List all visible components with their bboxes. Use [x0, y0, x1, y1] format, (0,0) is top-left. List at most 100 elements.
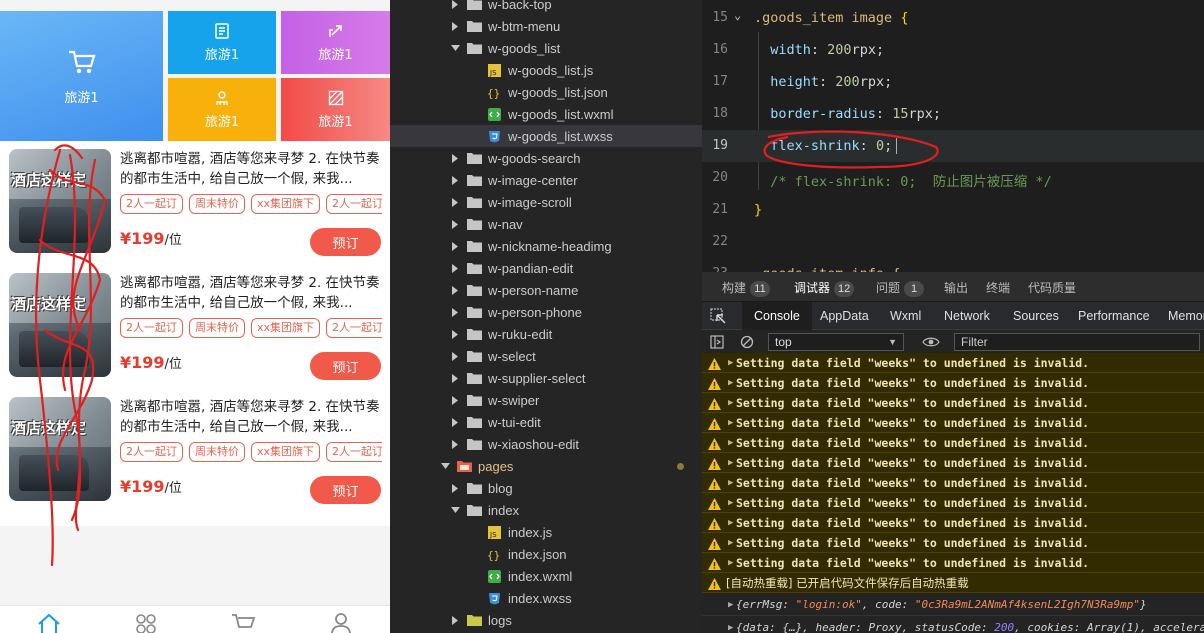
- chevron-right-icon[interactable]: [450, 439, 460, 449]
- console-warning[interactable]: ▶ Setting data field "weeks" to undefined…: [702, 553, 1204, 573]
- chevron-right-icon[interactable]: [450, 615, 460, 625]
- chevron-right-icon[interactable]: [450, 175, 460, 185]
- chevron-right-icon[interactable]: [450, 351, 460, 361]
- tree-item[interactable]: index.wxml: [390, 565, 702, 587]
- cart-icon[interactable]: [230, 612, 256, 633]
- expand-arrow-icon[interactable]: ▶: [728, 617, 733, 633]
- code-line[interactable]: 17 height: 200rpx;: [702, 66, 1204, 98]
- console-warning[interactable]: ▶ Setting data field "weeks" to undefined…: [702, 353, 1204, 373]
- fold-chevron-icon[interactable]: ⌄: [734, 264, 741, 272]
- tree-item[interactable]: {} w-goods_list.json: [390, 81, 702, 103]
- console-warning[interactable]: ▶ Setting data field "weeks" to undefined…: [702, 473, 1204, 493]
- tree-item[interactable]: blog: [390, 477, 702, 499]
- tree-item[interactable]: w-ruku-edit: [390, 323, 702, 345]
- tree-item[interactable]: w-nav: [390, 213, 702, 235]
- tab-network[interactable]: Network: [932, 302, 1002, 330]
- chevron-right-icon[interactable]: [450, 483, 460, 493]
- eye-icon[interactable]: [922, 335, 940, 354]
- chevron-right-icon[interactable]: [450, 373, 460, 383]
- expand-arrow-icon[interactable]: ▶: [728, 393, 733, 412]
- expand-arrow-icon[interactable]: ▶: [728, 353, 733, 372]
- code-line[interactable]: 16 width: 200rpx;: [702, 34, 1204, 66]
- tab-performance[interactable]: Performance: [1066, 302, 1162, 330]
- chevron-right-icon[interactable]: [450, 219, 460, 229]
- expand-arrow-icon[interactable]: ▶: [728, 594, 733, 615]
- chevron-right-icon[interactable]: [450, 285, 460, 295]
- console-warning[interactable]: ▶ Setting data field "weeks" to undefined…: [702, 373, 1204, 393]
- code-line[interactable]: 23⌄.goods_item_info {: [702, 258, 1204, 272]
- tree-item[interactable]: w-back-top: [390, 0, 702, 15]
- tree-item[interactable]: index: [390, 499, 702, 521]
- tree-item[interactable]: w-person-name: [390, 279, 702, 301]
- tree-item[interactable]: {} index.json: [390, 543, 702, 565]
- console-warning[interactable]: ▶ Setting data field "weeks" to undefined…: [702, 493, 1204, 513]
- tab-wxml[interactable]: Wxml: [878, 302, 933, 330]
- clear-console-icon[interactable]: [740, 335, 754, 354]
- expand-arrow-icon[interactable]: ▶: [728, 493, 733, 512]
- filter-input[interactable]: Filter: [954, 333, 1200, 351]
- chevron-right-icon[interactable]: [450, 153, 460, 163]
- tab-appdata[interactable]: AppData: [808, 302, 881, 330]
- console-warning[interactable]: [自动热重载] 已开启代码文件保存后自动热重载: [702, 573, 1204, 593]
- tab-console[interactable]: Console: [742, 302, 812, 330]
- tree-item[interactable]: logs: [390, 609, 702, 631]
- chevron-right-icon[interactable]: [450, 0, 460, 9]
- category-tile[interactable]: 旅游1: [281, 78, 390, 141]
- tree-item[interactable]: index.wxss: [390, 587, 702, 609]
- apps-icon[interactable]: [133, 612, 159, 633]
- tree-item[interactable]: w-xiaoshou-edit: [390, 433, 702, 455]
- book-button[interactable]: 预订: [310, 352, 381, 380]
- chevron-right-icon[interactable]: [450, 417, 460, 427]
- tree-item[interactable]: w-person-phone: [390, 301, 702, 323]
- chevron-right-icon[interactable]: [450, 263, 460, 273]
- tab-build[interactable]: 构建 11: [722, 279, 771, 297]
- tree-item[interactable]: w-goods_list: [390, 37, 702, 59]
- home-icon[interactable]: [36, 612, 62, 633]
- console-warning[interactable]: ▶ Setting data field "weeks" to undefined…: [702, 513, 1204, 533]
- console-warning[interactable]: ▶ Setting data field "weeks" to undefined…: [702, 413, 1204, 433]
- tree-item[interactable]: w-tui-edit: [390, 411, 702, 433]
- book-button[interactable]: 预订: [310, 476, 381, 504]
- chevron-down-icon[interactable]: [450, 505, 460, 515]
- goods-item[interactable]: 酒店这样定 逃离都市喧嚣, 酒店等您来寻梦 2. 在快节奏的都市生活中, 给自己…: [0, 389, 390, 513]
- context-select[interactable]: top ▼: [768, 333, 904, 351]
- expand-arrow-icon[interactable]: ▶: [728, 533, 733, 552]
- tab-issues[interactable]: 问题 1: [876, 279, 925, 297]
- chevron-right-icon[interactable]: [450, 395, 460, 405]
- chevron-right-icon[interactable]: [450, 197, 460, 207]
- code-editor[interactable]: 15 ⌄ .goods_item image {16 width: 200rpx; 1…: [702, 0, 1204, 272]
- expand-arrow-icon[interactable]: ▶: [728, 413, 733, 432]
- code-line[interactable]: 22: [702, 226, 1204, 258]
- tree-item[interactable]: w-nickname-headimg: [390, 235, 702, 257]
- chevron-right-icon[interactable]: [450, 329, 460, 339]
- chevron-down-icon[interactable]: [450, 43, 460, 53]
- tree-item[interactable]: w-goods_list.wxss: [390, 125, 702, 147]
- tree-item[interactable]: w-swiper: [390, 389, 702, 411]
- tab-code-quality[interactable]: 代码质量: [1028, 279, 1076, 296]
- console-warning[interactable]: ▶ Setting data field "weeks" to undefined…: [702, 433, 1204, 453]
- tree-item[interactable]: w-goods_list.wxml: [390, 103, 702, 125]
- chevron-down-icon[interactable]: [440, 461, 450, 471]
- console-warning[interactable]: ▶ Setting data field "weeks" to undefined…: [702, 393, 1204, 413]
- tree-item[interactable]: w-goods-search: [390, 147, 702, 169]
- tree-item[interactable]: w-pandian-edit: [390, 257, 702, 279]
- console-warning[interactable]: ▶ Setting data field "weeks" to undefined…: [702, 533, 1204, 553]
- expand-arrow-icon[interactable]: ▶: [728, 553, 733, 572]
- book-button[interactable]: 预订: [310, 228, 381, 256]
- tab-output[interactable]: 输出: [944, 279, 968, 296]
- profile-icon[interactable]: [328, 612, 354, 633]
- chevron-right-icon[interactable]: [450, 21, 460, 31]
- code-line[interactable]: 21}: [702, 194, 1204, 226]
- tab-memory[interactable]: Memory: [1156, 302, 1204, 330]
- tab-debugger[interactable]: 调试器 12: [794, 279, 855, 297]
- tree-item[interactable]: w-image-center: [390, 169, 702, 191]
- tab-sources[interactable]: Sources: [1001, 302, 1071, 330]
- tab-terminal[interactable]: 终端: [986, 279, 1010, 296]
- tree-item[interactable]: JS w-goods_list.js: [390, 59, 702, 81]
- expand-arrow-icon[interactable]: ▶: [728, 373, 733, 392]
- tree-item[interactable]: w-btm-menu: [390, 15, 702, 37]
- category-tile[interactable]: 旅游1: [168, 78, 276, 141]
- tree-item[interactable]: JS index.js: [390, 521, 702, 543]
- expand-arrow-icon[interactable]: ▶: [728, 473, 733, 492]
- code-line[interactable]: 15 ⌄ .goods_item image {: [702, 2, 1204, 34]
